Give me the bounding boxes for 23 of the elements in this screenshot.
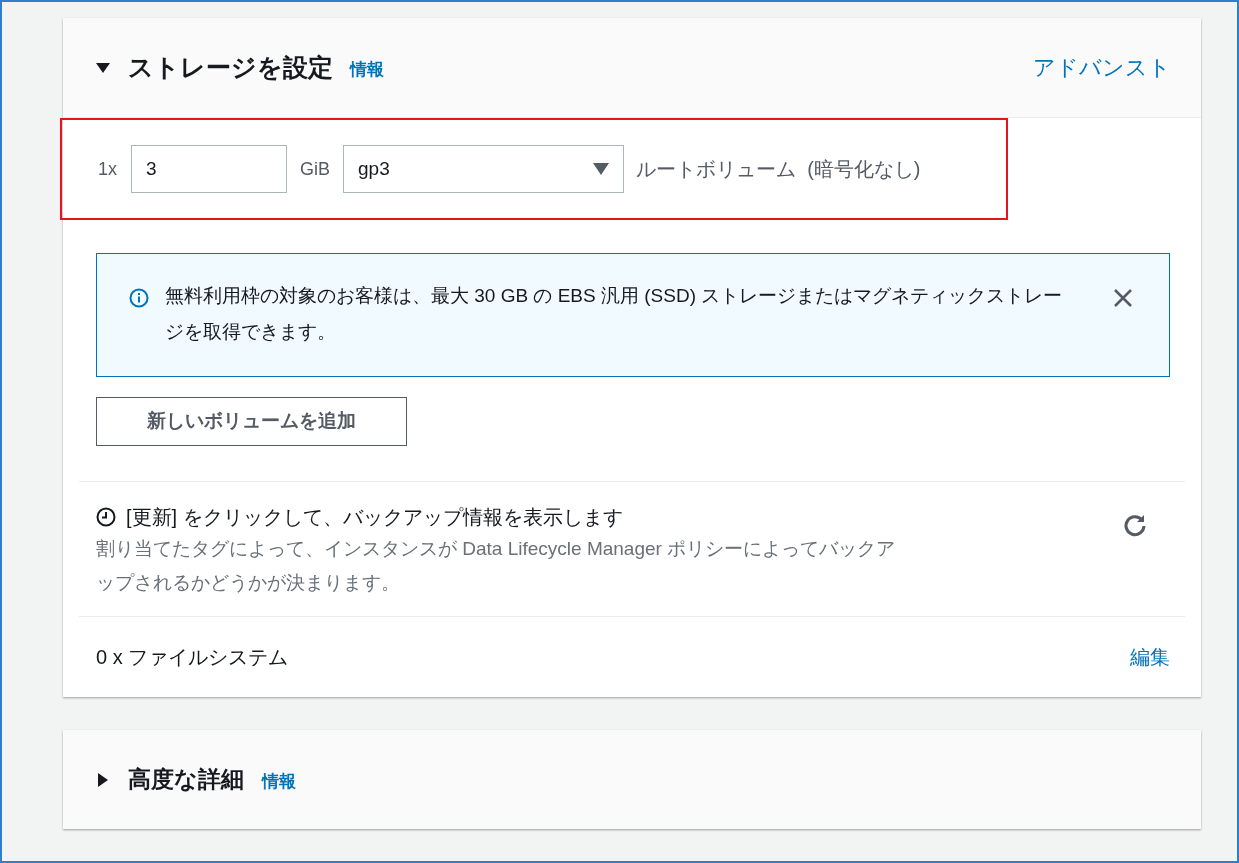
unit-label: GiB xyxy=(300,157,331,181)
backup-title: [更新] をクリックして、バックアップ情報を表示します xyxy=(126,505,623,530)
dropdown-caret-icon xyxy=(593,163,610,175)
advanced-link[interactable]: アドバンスト xyxy=(1033,51,1171,84)
backup-description: 割り当てたタグによって、インスタンスが Data Lifecycle Manager ポリシーによってバックアップされるかどうかが決まります。 xyxy=(96,537,896,595)
refresh-icon[interactable] xyxy=(1122,512,1148,538)
edit-link[interactable]: 編集 xyxy=(1130,642,1170,672)
file-systems-label: 0 x ファイルシステム xyxy=(96,645,289,670)
clock-icon xyxy=(96,507,116,527)
info-link[interactable]: 情報 xyxy=(350,56,384,83)
close-icon[interactable] xyxy=(1113,288,1133,308)
section-title: ストレージを設定 xyxy=(128,51,333,83)
info-link[interactable]: 情報 xyxy=(262,768,296,795)
alert-message: 無料利用枠の対象のお客様は、最大 30 GB の EBS 汎用 (SSD) ストレージまたはマグネティックストレージを取得できます。 xyxy=(165,284,1064,344)
caret-icon[interactable] xyxy=(96,772,110,787)
size-field[interactable]: 3 xyxy=(131,145,287,193)
volume-type-select[interactable]: gp3 xyxy=(343,145,625,193)
caret-icon[interactable] xyxy=(96,60,110,75)
volume-count: 1x xyxy=(98,157,117,181)
section-title: 高度な詳細 xyxy=(128,765,244,795)
info-icon xyxy=(129,288,149,308)
add-volume-button[interactable]: 新しいボリュームを追加 xyxy=(96,397,407,446)
volume-description: ルートボリューム (暗号化なし) xyxy=(636,157,921,182)
